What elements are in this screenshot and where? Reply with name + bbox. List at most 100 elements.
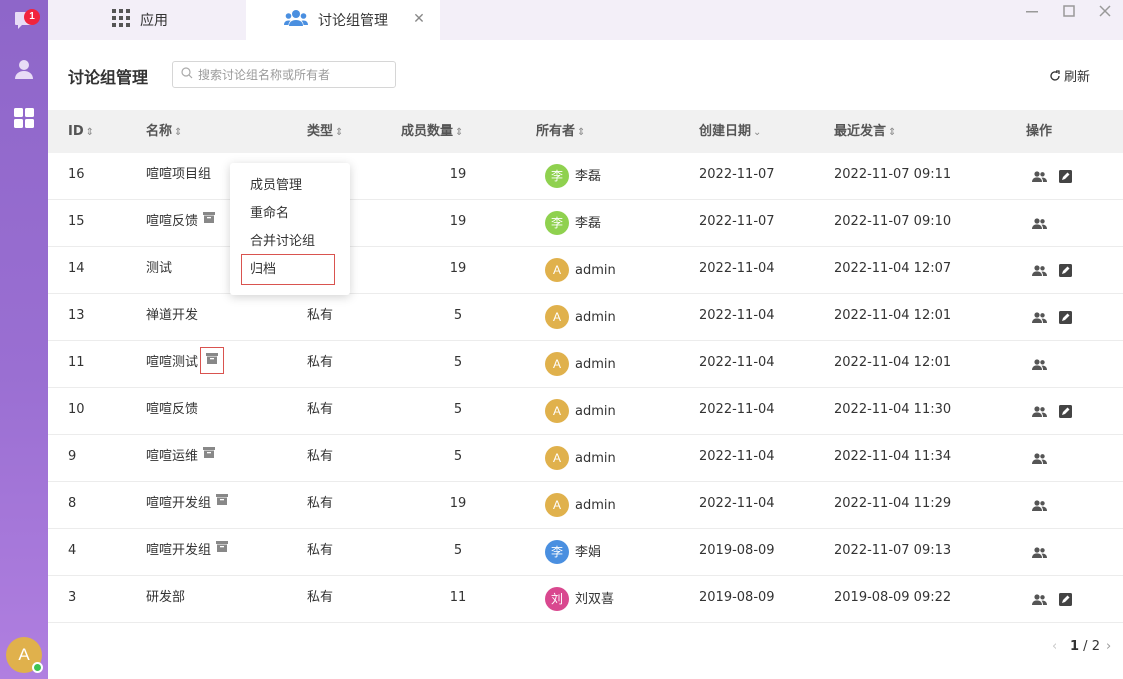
column-header-id[interactable]: ID ⇕ (68, 110, 94, 153)
cell-members: 19 (449, 167, 467, 182)
table-row[interactable]: 8 喧喧开发组 私有 19 Aadmin 2022-11-04 2022-11-04 11:… (48, 482, 1123, 529)
column-header-created[interactable]: 创建日期 ⌄ (699, 110, 761, 153)
menu-item-merge-group[interactable]: 合并讨论组 (230, 228, 350, 256)
group-name: 喧喧测试 (146, 355, 199, 370)
cell-owner: 李磊 (575, 216, 602, 231)
cell-created: 2019-08-09 (699, 543, 775, 558)
member-management-icon[interactable] (1031, 309, 1047, 325)
apps-grid-icon (112, 9, 130, 31)
owner-avatar: 李 (545, 164, 569, 188)
cell-members: 11 (449, 590, 467, 605)
cell-name[interactable]: 喧喧测试 (146, 341, 225, 387)
maximize-icon[interactable] (1061, 5, 1077, 21)
cell-id: 3 (68, 590, 77, 605)
table-row[interactable]: 9 喧喧运维 私有 5 Aadmin 2022-11-04 2022-11-04 11:34 (48, 435, 1123, 482)
refresh-button[interactable]: 刷新 (1049, 66, 1090, 85)
cell-last-message: 2022-11-04 11:34 (834, 449, 952, 464)
member-management-icon[interactable] (1031, 356, 1047, 372)
cell-owner: admin (575, 263, 616, 278)
sort-icon: ⇕ (577, 127, 586, 138)
member-management-icon[interactable] (1031, 262, 1047, 278)
cell-id: 4 (68, 543, 77, 558)
cell-name[interactable]: 喧喧项目组 (146, 153, 211, 199)
sidebar-item-messages[interactable]: 1 (0, 2, 48, 42)
cell-owner: 李娟 (575, 545, 602, 560)
table-row[interactable]: 14 测试 19 Aadmin 2022-11-04 2022-11-04 12:07 (48, 247, 1123, 294)
cell-name[interactable]: 喧喧运维 (146, 435, 216, 481)
cell-last-message: 2022-11-07 09:11 (834, 167, 952, 182)
cell-created: 2022-11-07 (699, 167, 775, 182)
table-row[interactable]: 10 喧喧反馈 私有 5 Aadmin 2022-11-04 2022-11-04 11:3… (48, 388, 1123, 435)
menu-item-member-management[interactable]: 成员管理 (230, 172, 350, 200)
group-icon (284, 9, 308, 31)
cell-name[interactable]: 喧喧反馈 (146, 388, 198, 434)
cell-name[interactable]: 禅道开发 (146, 294, 198, 340)
search-input[interactable] (198, 67, 388, 82)
table-row[interactable]: 4 喧喧开发组 私有 5 李李娟 2019-08-09 2022-11-07 09:13 (48, 529, 1123, 576)
cell-members: 5 (453, 355, 463, 370)
cell-name[interactable]: 研发部 (146, 576, 185, 622)
close-icon[interactable]: ✕ (412, 12, 426, 26)
column-header-last-message[interactable]: 最近发言 ⇕ (834, 110, 896, 153)
column-header-type[interactable]: 类型 ⇕ (307, 110, 343, 153)
next-page-icon[interactable]: › (1106, 639, 1111, 655)
table-row[interactable]: 11 喧喧测试 私有 5 Aadmin 2022-11-04 2022-11-04 12:0… (48, 341, 1123, 388)
cell-name[interactable]: 喧喧开发组 (146, 527, 229, 575)
cell-members: 5 (453, 402, 463, 417)
member-management-icon[interactable] (1031, 450, 1047, 466)
column-header-owner[interactable]: 所有者 ⇕ (536, 110, 585, 153)
archive-icon (216, 527, 229, 571)
sort-icon: ⇕ (888, 127, 897, 138)
cell-name[interactable]: 喧喧开发组 (146, 482, 229, 528)
prev-page-icon[interactable]: ‹ (1052, 639, 1057, 655)
cell-members: 5 (453, 308, 463, 323)
member-management-icon[interactable] (1031, 591, 1047, 607)
edit-icon[interactable] (1057, 262, 1073, 278)
sort-desc-icon: ⌄ (753, 127, 762, 138)
cell-members: 5 (453, 449, 463, 464)
cell-last-message: 2019-08-09 09:22 (834, 590, 952, 605)
owner-avatar: A (545, 493, 569, 517)
member-management-icon[interactable] (1031, 215, 1047, 231)
tab-apps[interactable]: 应用 (48, 0, 246, 40)
edit-icon[interactable] (1057, 309, 1073, 325)
group-name: 喧喧反馈 (146, 402, 199, 417)
group-name: 测试 (146, 261, 173, 276)
member-management-icon[interactable] (1031, 403, 1047, 419)
member-management-icon[interactable] (1031, 544, 1047, 560)
cell-id: 15 (68, 214, 85, 229)
member-management-icon[interactable] (1031, 168, 1047, 184)
cell-created: 2019-08-09 (699, 590, 775, 605)
cell-type: 私有 (307, 355, 334, 370)
cell-name[interactable]: 喧喧反馈 (146, 200, 216, 246)
table-row[interactable]: 16 喧喧项目组 19 李李磊 2022-11-07 2022-11-07 09:11 (48, 153, 1123, 200)
search-box[interactable] (172, 61, 396, 88)
tab-group-management-label: 讨论组管理 (318, 13, 388, 29)
cell-type: 私有 (307, 402, 334, 417)
group-name: 喧喧项目组 (146, 167, 212, 182)
refresh-icon (1049, 69, 1061, 82)
table-row[interactable]: 15 喧喧反馈 19 李李磊 2022-11-07 2022-11-07 09:10 (48, 200, 1123, 247)
edit-icon[interactable] (1057, 403, 1073, 419)
sort-icon: ⇕ (85, 127, 95, 138)
tab-group-management[interactable]: 讨论组管理 ✕ (246, 0, 440, 40)
column-header-name[interactable]: 名称 ⇕ (146, 110, 182, 153)
member-management-icon[interactable] (1031, 497, 1047, 513)
minimize-icon[interactable] (1024, 5, 1040, 21)
menu-item-rename[interactable]: 重命名 (230, 200, 350, 228)
sidebar-item-contacts[interactable] (0, 51, 48, 91)
sidebar-item-apps[interactable] (0, 100, 48, 140)
table-row[interactable]: 13 禅道开发 私有 5 Aadmin 2022-11-04 2022-11-04 12:0… (48, 294, 1123, 341)
edit-icon[interactable] (1057, 591, 1073, 607)
window-close-icon[interactable] (1097, 5, 1113, 21)
cell-members: 19 (449, 261, 467, 276)
online-status-dot (32, 662, 43, 673)
sort-icon: ⇕ (174, 127, 183, 138)
column-header-members[interactable]: 成员数量 ⇕ (401, 110, 463, 153)
table-row[interactable]: 3 研发部 私有 11 刘刘双喜 2019-08-09 2019-08-09 09:22 (48, 576, 1123, 623)
owner-avatar: 李 (545, 211, 569, 235)
edit-icon[interactable] (1057, 168, 1073, 184)
cell-name[interactable]: 测试 (146, 247, 172, 293)
grid-icon (13, 107, 35, 133)
cell-owner: admin (575, 310, 616, 325)
